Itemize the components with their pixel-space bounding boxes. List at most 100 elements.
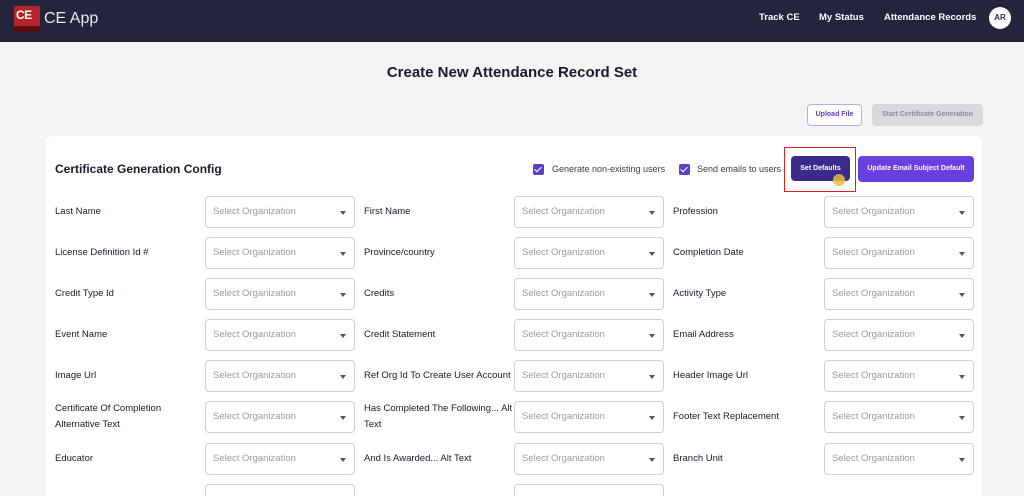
org-select[interactable]: Select Organization [514,401,664,433]
generate-users-checkbox[interactable] [533,164,544,175]
update-email-subject-button[interactable]: Update Email Subject Default [858,156,974,182]
select-placeholder: Select Organization [213,329,296,340]
select-placeholder: Select Organization [213,453,296,464]
chevron-down-icon [340,458,346,462]
chevron-down-icon [959,416,965,420]
field-label: Footer Text Replacement [673,411,779,422]
send-emails-label: Send emails to users [697,164,782,174]
field-label: Ref Org Id To Create User Account [364,370,511,381]
field-label: Last Name [55,206,101,217]
logo-bar [14,26,40,32]
org-select[interactable]: Select Organization [205,360,355,392]
field-label: Header Image Url [673,370,748,381]
start-certificate-generation-button[interactable]: Start Certificate Generation [872,104,983,126]
org-select[interactable]: Select Organization [514,278,664,310]
field-label: Province/country [364,247,435,258]
field-label: Completion Date [673,247,744,258]
org-select[interactable]: Select Organization [514,443,664,475]
select-placeholder: Select Organization [213,411,296,422]
field-label: Profession [673,206,718,217]
select-placeholder: Select Organization [832,247,915,258]
chevron-down-icon [959,334,965,338]
field-label: Educator [55,453,94,464]
field-label: And Is Awarded... Alt Text [364,453,472,464]
org-select[interactable]: Select Organization [205,443,355,475]
field-label: Email Address [673,329,734,340]
select-placeholder: Select Organization [522,453,605,464]
select-placeholder: Select Organization [832,370,915,381]
send-emails-checkbox[interactable] [679,164,690,175]
select-placeholder: Select Organization [522,206,605,217]
chevron-down-icon [340,293,346,297]
chevron-down-icon [649,252,655,256]
org-select[interactable]: Select Organization [205,237,355,269]
org-select[interactable]: Select Organization [205,401,355,433]
highlight-box [784,147,856,192]
chevron-down-icon [959,458,965,462]
chevron-down-icon [959,375,965,379]
user-avatar[interactable]: AR [989,7,1011,29]
org-select[interactable]: Select Organization [824,401,974,433]
org-select[interactable]: Select Organization [824,237,974,269]
org-select[interactable]: Select Organization [824,360,974,392]
config-title: Certificate Generation Config [55,162,222,176]
org-select[interactable]: Select Organization [205,278,355,310]
chevron-down-icon [340,375,346,379]
upload-file-button[interactable]: Upload File [807,104,862,126]
org-select[interactable]: Select Organization [824,196,974,228]
field-label: Has Completed The Following... Alt Text [364,403,513,430]
org-select[interactable]: Select Organization [514,237,664,269]
chevron-down-icon [340,416,346,420]
field-label: Credit Statement [364,329,436,340]
chevron-down-icon [649,416,655,420]
select-placeholder: Select Organization [522,370,605,381]
nav-track-ce[interactable]: Track CE [759,12,800,23]
org-select[interactable]: Select Organization [514,319,664,351]
select-placeholder: Select Organization [522,247,605,258]
select-placeholder: Select Organization [832,288,915,299]
org-select[interactable]: Select Organization [514,360,664,392]
field-label: First Name [364,206,411,217]
field-label: Credit Type Id [55,288,114,299]
chevron-down-icon [340,252,346,256]
select-placeholder: Select Organization [832,411,915,422]
org-select[interactable] [205,484,355,496]
org-select[interactable]: Select Organization [824,443,974,475]
chevron-down-icon [649,375,655,379]
select-placeholder: Select Organization [213,206,296,217]
chevron-down-icon [959,252,965,256]
field-label: Image Url [55,370,97,381]
select-placeholder: Select Organization [832,329,915,340]
org-select[interactable]: Select Organization [205,196,355,228]
page-title: Create New Attendance Record Set [386,64,638,81]
field-label: Certificate Of Completion Alternative Te… [55,403,162,430]
org-select[interactable]: Select Organization [514,196,664,228]
nav-attendance-records[interactable]: Attendance Records [884,12,976,23]
chevron-down-icon [959,211,965,215]
cursor-indicator [833,174,845,186]
chevron-down-icon [649,334,655,338]
field-label: License Definition Id # [55,247,149,258]
field-label: Activity Type [673,288,727,299]
logo-text: CE [16,8,32,22]
select-placeholder: Select Organization [522,288,605,299]
org-select[interactable]: Select Organization [824,319,974,351]
field-label: Branch Unit [673,453,723,464]
app-title[interactable]: CE App [44,10,98,28]
field-label: Credits [364,288,395,299]
app-logo-icon[interactable]: CE [14,6,40,32]
chevron-down-icon [649,211,655,215]
select-placeholder: Select Organization [522,329,605,340]
chevron-down-icon [340,334,346,338]
select-placeholder: Select Organization [522,411,605,422]
select-placeholder: Select Organization [213,370,296,381]
top-navbar: CE CE App Track CE My Status Attendance … [0,0,1024,42]
org-select[interactable]: Select Organization [205,319,355,351]
nav-my-status[interactable]: My Status [819,12,864,23]
org-select[interactable] [514,484,664,496]
field-label: Event Name [55,329,108,340]
select-placeholder: Select Organization [213,247,296,258]
select-placeholder: Select Organization [832,206,915,217]
chevron-down-icon [649,458,655,462]
org-select[interactable]: Select Organization [824,278,974,310]
